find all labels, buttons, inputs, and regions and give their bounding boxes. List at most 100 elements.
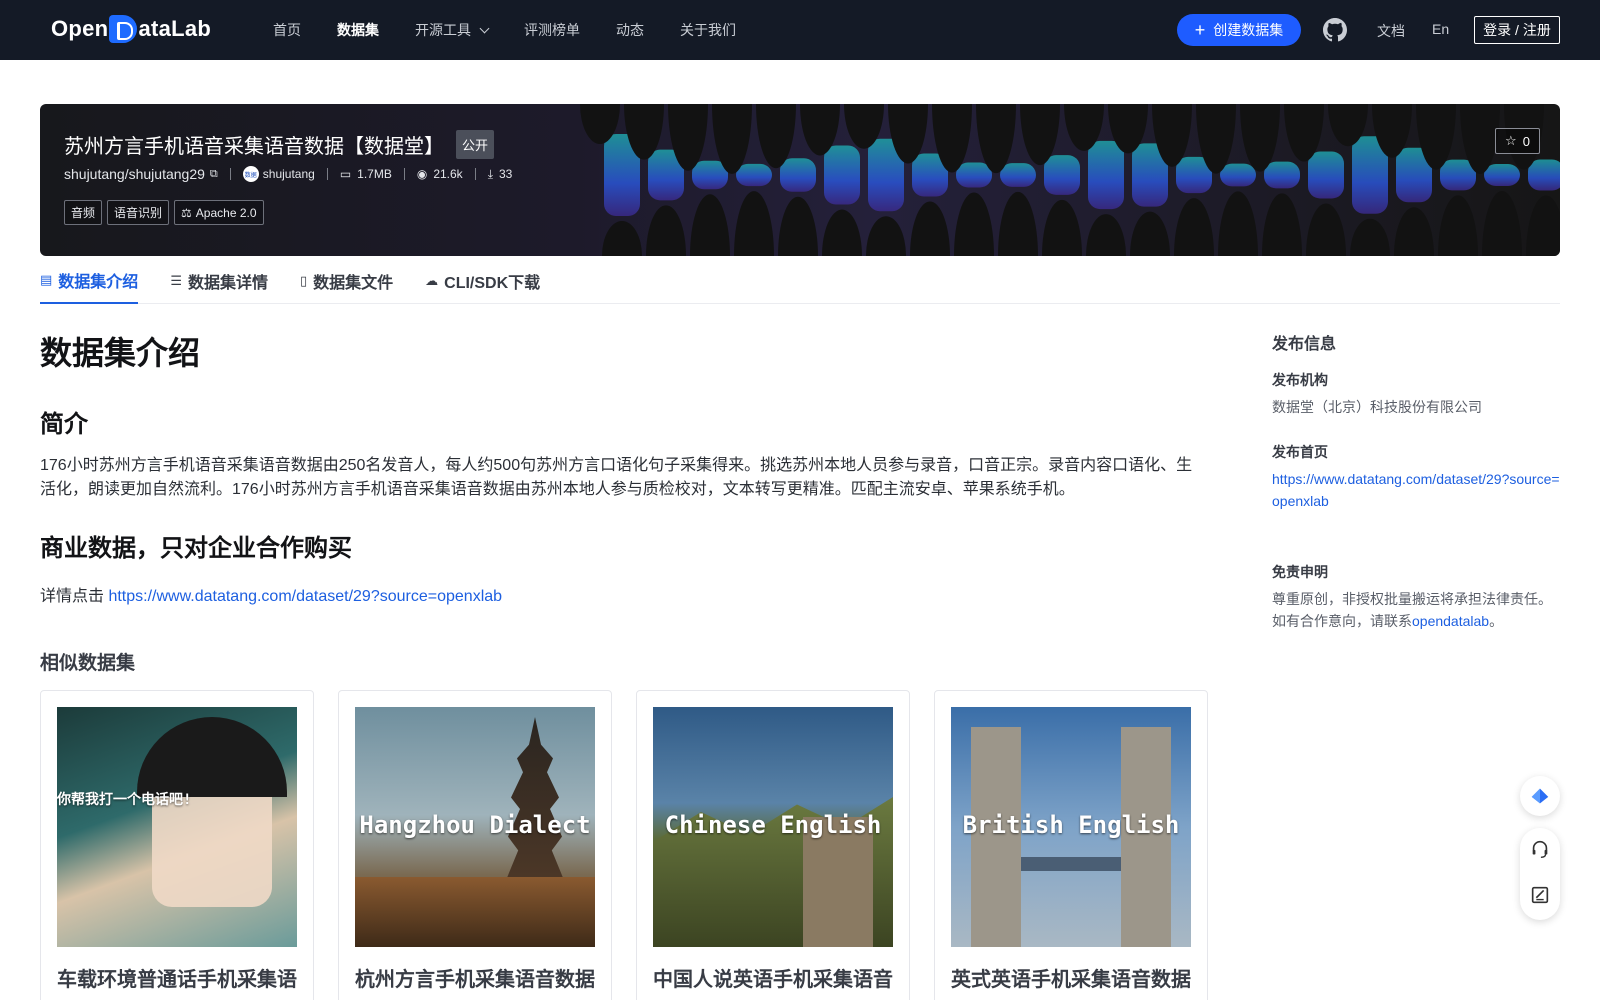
edit-feedback-icon[interactable] — [1529, 884, 1551, 906]
star-count: 0 — [1522, 133, 1530, 149]
disclaimer-end: 。 — [1489, 613, 1504, 629]
wave-bar — [1000, 163, 1036, 187]
wave-bar — [1264, 161, 1300, 189]
meta-divider — [229, 168, 231, 180]
similar-dataset-card[interactable]: 你帮我打一个电话吧! 车载环境普通话手机采集语音数据【数据堂】 — [40, 690, 314, 1000]
card-title: 杭州方言手机采集语音数据【数据堂】 — [355, 969, 595, 991]
publisher-name: shujutang — [262, 167, 315, 181]
card-thumbnail: British English — [951, 707, 1191, 947]
tab-label: 数据集文件 — [313, 275, 394, 292]
opendatalab-logo[interactable]: Open ataLab — [51, 15, 211, 43]
detail-prefix: 详情点击 — [40, 588, 109, 605]
dataset-tabs: ▤ 数据集介绍 ☰ 数据集详情 ▯ 数据集文件 ☁ CLI/SDK下载 — [40, 258, 1560, 304]
dataset-meta: shujutang/shujutang29 ⧉ 数据 shujutang ▭ 1… — [64, 166, 512, 182]
wave-blob — [1262, 193, 1302, 256]
wave-bar — [1044, 155, 1080, 195]
commercial-heading: 商业数据，只对企业合作购买 — [40, 535, 352, 562]
tab-label: 数据集介绍 — [58, 274, 139, 291]
wave-bar — [1484, 163, 1520, 187]
wave-blob — [822, 209, 862, 256]
download-count-value: 33 — [499, 167, 513, 181]
github-icon[interactable] — [1323, 18, 1347, 42]
tag-speech-recognition[interactable]: 语音识别 — [107, 200, 170, 225]
wave-blob — [998, 191, 1038, 256]
star-button[interactable]: ☆ 0 — [1495, 128, 1540, 154]
detail-line: 详情点击 https://www.datatang.com/dataset/29… — [40, 582, 502, 606]
wave-blob — [1526, 195, 1560, 256]
wave-blob — [866, 216, 906, 256]
copy-icon[interactable]: ⧉ — [210, 168, 218, 181]
tab-dataset-files[interactable]: ▯ 数据集文件 — [300, 258, 393, 304]
logo-text-right: ataLab — [138, 16, 212, 41]
publisher-info[interactable]: 数据 shujutang — [242, 166, 315, 182]
wave-blob — [778, 196, 818, 256]
thumb-trees-shape — [355, 877, 595, 947]
docs-link[interactable]: 文档 — [1377, 21, 1405, 41]
wave-bar — [1308, 151, 1344, 199]
nav-item-news[interactable]: 动态 — [616, 20, 644, 40]
thumb-label: British English — [962, 811, 1180, 839]
thumb-label: 你帮我打一个电话吧! — [57, 792, 192, 808]
wave-blob — [954, 192, 994, 256]
contact-link[interactable]: opendatalab — [1412, 613, 1489, 629]
nav-item-about[interactable]: 关于我们 — [680, 20, 736, 40]
visibility-badge: 公开 — [456, 130, 495, 159]
tag-audio[interactable]: 音频 — [64, 200, 103, 225]
tag-license[interactable]: ⚖ Apache 2.0 — [174, 200, 264, 225]
disclaimer-text: 尊重原创，非授权批量搬运将承担法律责任。如有合作意向，请联系opendatala… — [1272, 588, 1562, 632]
wave-blob — [1350, 218, 1390, 256]
dataset-tags: 音频 语音识别 ⚖ Apache 2.0 — [64, 200, 269, 225]
card-title: 车载环境普通话手机采集语音数据【数据堂】 — [57, 969, 297, 991]
homepage-label: 发布首页 — [1272, 444, 1328, 460]
download-icon: ⤓ — [487, 166, 493, 181]
nav-item-opensource-tools[interactable]: 开源工具 — [415, 20, 490, 40]
login-register-button[interactable]: 登录 / 注册 — [1474, 16, 1560, 44]
nav-menu: 首页 数据集 开源工具 评测榜单 动态 关于我们 — [273, 0, 772, 60]
dataset-title: 苏州方言手机语音采集语音数据【数据堂】 — [64, 136, 444, 158]
card-thumbnail: Chinese English — [653, 707, 893, 947]
dataset-size: ▭ 1.7MB — [340, 167, 392, 181]
nav-item-label: 动态 — [616, 22, 644, 38]
create-dataset-label: 创建数据集 — [1213, 22, 1284, 38]
plus-icon: + — [1194, 20, 1206, 40]
wave-blob — [1042, 199, 1082, 256]
card-title: 英式英语手机采集语音数据【数据堂】 — [951, 969, 1191, 991]
scale-icon: ⚖ — [181, 205, 192, 220]
detail-link[interactable]: https://www.datatang.com/dataset/29?sour… — [108, 588, 502, 605]
homepage-link[interactable]: https://www.datatang.com/dataset/29?sour… — [1272, 471, 1560, 509]
eye-icon: ◉ — [416, 167, 428, 181]
similar-dataset-card[interactable]: British English 英式英语手机采集语音数据【数据堂】 — [934, 690, 1208, 1000]
intro-heading: 简介 — [40, 411, 88, 438]
nav-item-home[interactable]: 首页 — [273, 20, 301, 40]
wave-blob — [1394, 207, 1434, 256]
tab-cli-sdk[interactable]: ☁ CLI/SDK下载 — [425, 258, 540, 304]
similar-dataset-card[interactable]: Hangzhou Dialect 杭州方言手机采集语音数据【数据堂】 — [338, 690, 612, 1000]
create-dataset-button[interactable]: + 创建数据集 — [1177, 14, 1301, 46]
star-icon: ☆ — [1505, 133, 1517, 148]
thumb-label: Chinese English — [664, 811, 882, 839]
tab-label: 数据集详情 — [187, 275, 268, 292]
nav-item-datasets[interactable]: 数据集 — [337, 20, 379, 40]
wave-blob — [602, 221, 642, 256]
wave-blob — [1174, 198, 1214, 256]
wave-blob — [910, 201, 950, 256]
wave-blob — [1482, 191, 1522, 256]
wave-bar — [1220, 163, 1256, 187]
nav-item-leaderboard[interactable]: 评测榜单 — [524, 20, 580, 40]
tab-dataset-intro[interactable]: ▤ 数据集介绍 — [40, 258, 139, 304]
chevron-down-icon — [479, 23, 490, 33]
view-count-value: 21.6k — [433, 167, 463, 181]
wave-bar — [824, 145, 860, 205]
view-count: ◉ 21.6k — [417, 167, 463, 181]
intro-paragraph: 176小时苏州方言手机语音采集语音数据由250名发音人，每人约500句苏州方言口… — [40, 457, 1193, 498]
sidebar-title: 发布信息 — [1272, 336, 1337, 353]
similar-datasets-title: 相似数据集 — [40, 653, 136, 674]
feishu-float-button[interactable] — [1520, 776, 1560, 816]
headset-icon[interactable] — [1529, 838, 1551, 860]
meta-divider — [474, 168, 476, 180]
org-value: 数据堂（北京）科技股份有限公司 — [1272, 399, 1482, 415]
language-switch[interactable]: En — [1432, 21, 1449, 37]
tab-dataset-details[interactable]: ☰ 数据集详情 — [170, 258, 268, 304]
similar-dataset-card[interactable]: Chinese English 中国人说英语手机采集语音数据【数据堂】 — [636, 690, 910, 1000]
wave-blob — [646, 205, 686, 256]
